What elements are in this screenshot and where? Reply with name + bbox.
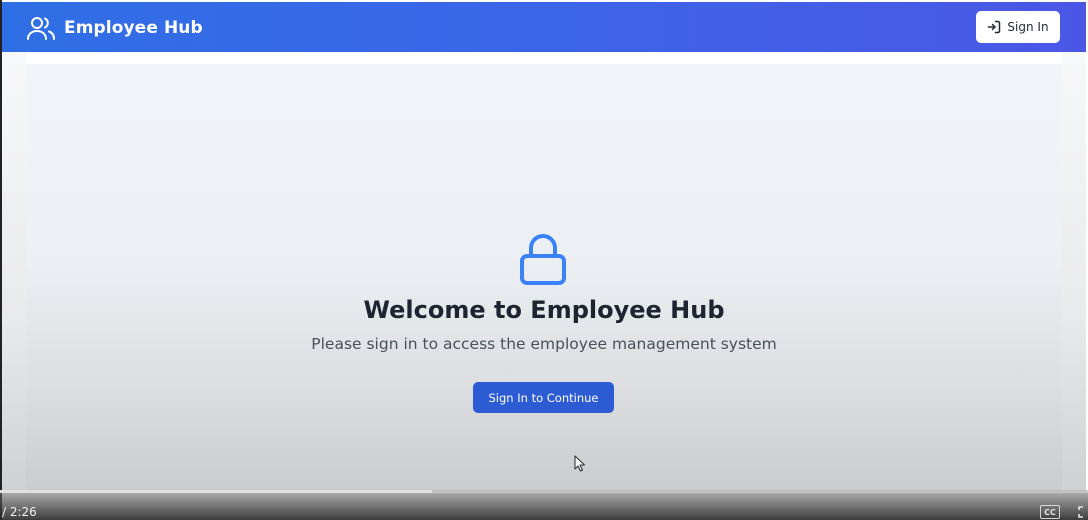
sign-in-to-continue-label: Sign In to Continue [488, 390, 599, 405]
brand[interactable]: Employee Hub [26, 14, 203, 42]
lock-icon [520, 234, 566, 285]
closed-captions-icon[interactable]: CC [1040, 505, 1060, 519]
users-icon [27, 17, 55, 40]
video-progress-bar[interactable] [0, 490, 1088, 493]
top-navbar: Employee Hub Sign In [2, 2, 1086, 52]
fullscreen-icon[interactable] [1078, 505, 1088, 519]
page-subtitle: Please sign in to access the employee ma… [311, 335, 777, 353]
app-title: Employee Hub [64, 18, 203, 38]
app-window: Employee Hub Sign In Welcome to Employee… [0, 0, 1088, 520]
video-time-display: / 2:26 [2, 505, 37, 519]
header-sign-in-button[interactable]: Sign In [976, 11, 1060, 43]
page-gutter-left [2, 52, 26, 492]
video-progress-fill [0, 490, 432, 493]
mouse-pointer-icon [574, 455, 586, 472]
sign-in-to-continue-button[interactable]: Sign In to Continue [473, 382, 614, 413]
video-player-controls: / 2:26 CC [0, 490, 1088, 520]
page-title: Welcome to Employee Hub [363, 296, 725, 324]
page-gutter-right [1062, 52, 1086, 492]
header-sign-in-label: Sign In [1007, 20, 1049, 34]
log-in-icon [988, 20, 1001, 34]
